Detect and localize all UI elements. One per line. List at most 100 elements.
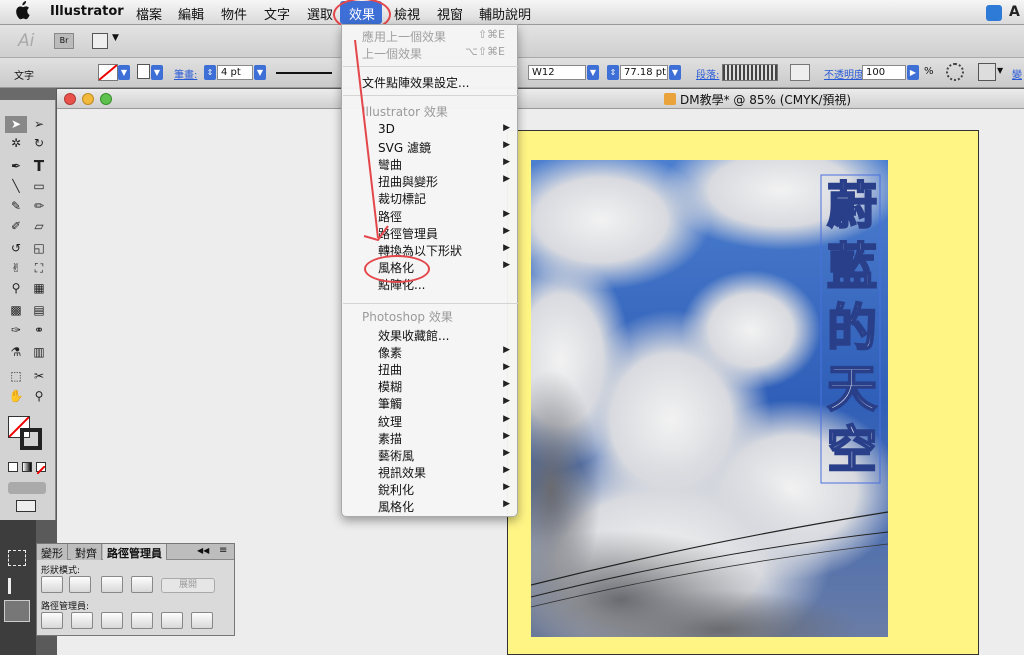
photoshop-effect-item[interactable]: 扭曲 ▶ [342,360,519,377]
paintbrush-icon[interactable]: ✎ [5,198,27,215]
font-size-field[interactable]: 77.18 pt [620,65,668,80]
eyedropper-icon[interactable]: ✑ [5,322,27,339]
graph-tool-icon[interactable]: ▥ [28,344,50,361]
menu-window[interactable]: 視窗 [437,4,463,23]
photoshop-effect-item[interactable]: 風格化 ▶ [342,497,519,514]
paragraph-link[interactable]: 段落: [696,66,719,81]
expand-button[interactable]: 展開 [161,578,215,593]
mesh-tool-icon[interactable]: ▩ [5,302,27,319]
close-icon[interactable] [64,93,76,105]
minimize-icon[interactable] [82,93,94,105]
scale-tool-icon[interactable]: ◱ [28,240,50,257]
pencil-icon[interactable]: ✏ [28,198,50,215]
menu-type[interactable]: 文字 [264,4,290,23]
trim-button[interactable] [71,612,93,629]
illustrator-effect-item[interactable]: 彎曲 ▶ [342,155,519,172]
unite-button[interactable] [41,576,63,593]
chevron-down-icon[interactable]: ▼ [997,66,1003,75]
pen-tool-icon[interactable]: ✒ [5,158,27,175]
stroke-weight-field[interactable]: 4 pt [217,65,253,80]
direct-selection-tool-icon[interactable]: ➢ [28,116,50,133]
illustrator-effect-item[interactable]: 轉換為以下形狀 ▶ [342,241,519,258]
recolor-icon[interactable] [946,63,964,81]
type-tool-icon[interactable]: T [28,158,50,175]
align-panel-icon[interactable] [8,578,26,594]
envelope-icon[interactable] [790,64,810,81]
opacity-dropdown[interactable]: ▶ [907,65,919,80]
symbol-sprayer-icon[interactable]: ⚗ [5,344,27,361]
none-mode-icon[interactable] [36,462,46,475]
fill-swatch[interactable] [98,64,118,81]
selection-tool-icon[interactable]: ➤ [5,116,27,133]
tab-transform[interactable]: 變形 [37,544,68,560]
menu-object[interactable]: 物件 [221,4,247,23]
app-name-menu[interactable]: Illustrator [50,4,124,19]
collapse-icon[interactable]: ◀◀ [197,546,209,555]
menu-file[interactable]: 檔案 [136,4,162,23]
free-transform-icon[interactable]: ⛶ [28,260,50,277]
illustrator-effect-item[interactable]: 3D ▶ [342,121,519,138]
fill-dropdown[interactable]: ▼ [118,65,130,80]
outline-button[interactable] [161,612,183,629]
document-raster-settings-item[interactable]: 文件點陣效果設定... [342,73,519,90]
illustrator-effect-item[interactable]: 扭曲與變形 ▶ [342,172,519,189]
transform-panel-icon[interactable] [8,550,26,566]
perspective-grid-icon[interactable]: ▦ [28,280,50,297]
intersect-button[interactable] [101,576,123,593]
pathfinder-panel-icon[interactable] [4,600,30,622]
minus-back-button[interactable] [191,612,213,629]
photoshop-effect-item[interactable]: 筆觸 ▶ [342,394,519,411]
opacity-link[interactable]: 不透明度: [824,66,867,81]
panel-menu-icon[interactable]: ≡ [219,545,227,556]
alignment-buttons[interactable] [722,64,778,81]
arrange-documents-icon[interactable] [92,33,108,49]
tab-pathfinder[interactable]: 路徑管理員 [103,544,167,560]
artboard-tool-icon[interactable]: ⬚ [5,368,27,385]
zoom-icon[interactable] [100,93,112,105]
menu-help[interactable]: 輔助說明 [479,4,531,23]
bridge-button[interactable]: Br [54,33,74,49]
photoshop-effect-item[interactable]: 像素 ▶ [342,343,519,360]
stroke-link[interactable]: 筆畫: [174,66,197,81]
crop-button[interactable] [131,612,153,629]
illustrator-effect-item[interactable]: SVG 濾鏡 ▶ [342,138,519,155]
exclude-button[interactable] [131,576,153,593]
vertical-title-text[interactable]: 蔚藍的天空 [824,176,880,481]
warp-tool-icon[interactable]: ✌ [5,260,27,277]
stroke-swatch[interactable] [137,64,150,79]
menu-edit[interactable]: 編輯 [178,4,204,23]
rectangle-tool-icon[interactable]: ▭ [28,178,50,195]
line-tool-icon[interactable]: ╲ [5,178,27,195]
zoom-tool-icon[interactable]: ⚲ [28,388,50,405]
menu-view[interactable]: 檢視 [394,4,420,23]
stroke-dropdown[interactable]: ▼ [151,65,163,80]
hand-tool-icon[interactable]: ✋ [5,388,27,405]
stroke-weight-dropdown[interactable]: ▼ [254,65,266,80]
photoshop-effect-item[interactable]: 藝術風 ▶ [342,446,519,463]
font-style-dropdown[interactable]: ▼ [587,65,599,80]
sync-icon[interactable] [986,5,1002,21]
magic-wand-icon[interactable]: ✲ [5,135,27,152]
sky-photo[interactable]: 蔚藍的天空 [531,160,888,637]
illustrator-effect-item[interactable]: 點陣化... [342,275,519,292]
shape-builder-icon[interactable]: ⚲ [5,280,27,297]
font-size-dropdown[interactable]: ▼ [669,65,681,80]
rotate-tool-icon[interactable]: ↺ [5,240,27,257]
illustrator-effect-item[interactable]: 路徑管理員 ▶ [342,224,519,241]
photoshop-effect-item[interactable]: 素描 ▶ [342,429,519,446]
reference-point-icon[interactable] [978,63,996,81]
blend-tool-icon[interactable]: ⚭ [28,322,50,339]
divide-button[interactable] [41,612,63,629]
font-style-field[interactable]: W12 [528,65,586,80]
lasso-icon[interactable]: ↻ [28,135,50,152]
color-mode-icon[interactable] [8,462,18,472]
menu-select[interactable]: 選取 [307,4,333,23]
photoshop-effect-item[interactable]: 模糊 ▶ [342,377,519,394]
tools-panel-header[interactable] [0,88,56,100]
gradient-tool-icon[interactable]: ▤ [28,302,50,319]
gradient-mode-icon[interactable] [22,462,32,472]
minus-front-button[interactable] [69,576,91,593]
blob-brush-icon[interactable]: ✐ [5,218,27,235]
slice-tool-icon[interactable]: ✂ [28,368,50,385]
adobe-icon[interactable]: A [1009,4,1024,21]
